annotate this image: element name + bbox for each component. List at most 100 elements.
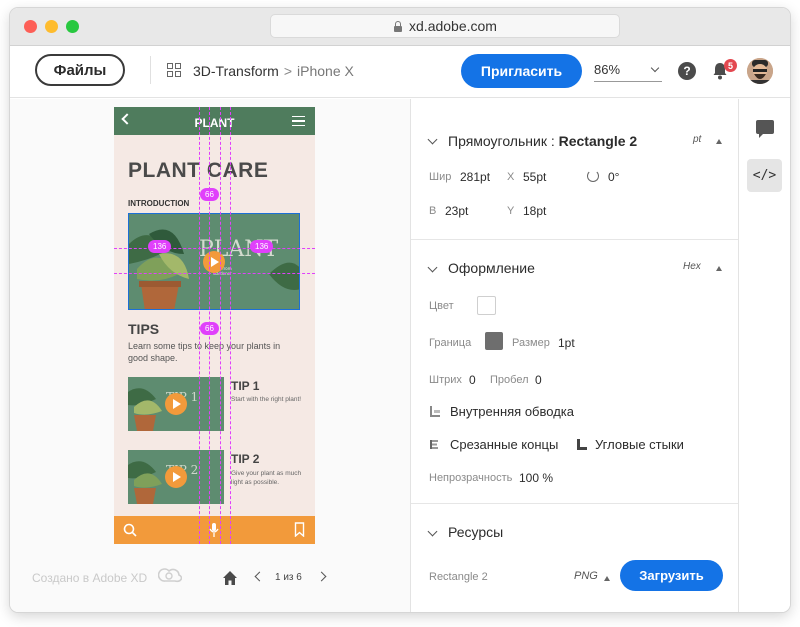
previous-page-icon[interactable]	[254, 571, 265, 582]
play-icon[interactable]	[165, 393, 187, 415]
assets-section-title[interactable]: Ресурсы	[448, 524, 503, 540]
help-icon[interactable]: ?	[678, 62, 696, 80]
chevron-down-icon[interactable]	[427, 526, 438, 537]
y-value: 18pt	[523, 204, 547, 218]
phone-tabbar	[114, 516, 315, 544]
breadcrumb-project[interactable]: 3D-Transform	[193, 63, 279, 79]
page-indicator: 1 из 6	[275, 572, 302, 583]
selected-rectangle[interactable]: PLANT Tips from Gardener	[128, 213, 300, 310]
avatar[interactable]	[747, 58, 773, 84]
width-value: 281pt	[460, 170, 491, 184]
color-mode-select[interactable]: Hex	[683, 261, 701, 272]
section-divider	[411, 503, 739, 504]
guide-line	[114, 248, 315, 249]
tip-2-title: TIP 2	[231, 452, 260, 466]
fill-color-swatch[interactable]	[477, 296, 496, 315]
unit-select[interactable]: pt	[693, 134, 701, 145]
border-label: Граница	[429, 337, 472, 349]
next-page-icon[interactable]	[316, 571, 327, 582]
opacity-value: 100 %	[519, 471, 554, 485]
size-label: Размер	[512, 337, 550, 349]
dash-value: 0	[469, 373, 476, 387]
measure-top: 66	[200, 188, 219, 201]
size-value: 1pt	[558, 336, 575, 350]
notification-badge: 5	[724, 59, 737, 72]
app-header: Файлы 3D-Transform > iPhone X Пригласить 8…	[10, 46, 790, 98]
grid-icon[interactable]	[167, 63, 181, 77]
address-bar[interactable]: xd.adobe.com	[270, 14, 620, 38]
rectangle-title-prefix: Прямоугольник :	[448, 133, 555, 149]
maximize-window-button[interactable]	[66, 20, 79, 33]
tip-2-description: Give your plant as much light as possibl…	[231, 470, 302, 486]
rectangle-section-title[interactable]: Прямоугольник : Rectangle 2	[448, 133, 637, 149]
tip-1-description: Start with the right plant!	[231, 396, 302, 403]
x-value: 55pt	[523, 170, 547, 184]
avatar-image	[747, 58, 773, 84]
artboard-preview[interactable]: PLANT PLANT CARE INTRODUCTION PLANT Tips…	[114, 107, 315, 544]
rectangle-name: Rectangle 2	[558, 133, 638, 149]
search-icon[interactable]	[123, 523, 137, 537]
triangle-dropdown-icon	[716, 139, 722, 144]
gap-label: Пробел	[490, 374, 529, 386]
guide-line	[230, 107, 231, 544]
guide-line	[114, 273, 315, 274]
invite-button[interactable]: Пригласить	[461, 54, 582, 88]
butt-cap-icon	[430, 440, 438, 449]
code-view-button[interactable]: </>	[747, 159, 782, 192]
width-label: Шир	[429, 171, 452, 183]
made-with-label: Создано в Adobe XD	[32, 571, 148, 585]
x-label: X	[507, 171, 515, 183]
comment-icon[interactable]	[756, 120, 774, 138]
gap-value: 0	[535, 373, 542, 387]
menu-icon[interactable]	[292, 116, 305, 126]
border-color-swatch[interactable]	[485, 332, 503, 350]
browser-window: xd.adobe.com Файлы 3D-Transform > iPhone X…	[10, 8, 790, 612]
header-divider	[150, 56, 151, 84]
inspect-panel: Прямоугольник : Rectangle 2 pt Шир 281pt…	[410, 99, 739, 612]
measure-right: 136	[250, 240, 274, 253]
minimize-window-button[interactable]	[45, 20, 58, 33]
rotate-icon	[587, 170, 599, 182]
butt-caps-label: Срезанные концы	[450, 437, 559, 452]
chevron-right-icon: >	[283, 63, 293, 79]
asset-format-select[interactable]: PNG	[574, 570, 598, 582]
height-value: 23pt	[445, 204, 469, 218]
url-text: xd.adobe.com	[409, 18, 497, 34]
chevron-down-icon[interactable]	[427, 134, 438, 145]
measure-left: 136	[148, 240, 172, 253]
miter-joins-label: Угловые стыки	[595, 437, 684, 452]
breadcrumb-artboard[interactable]: iPhone X	[297, 63, 354, 79]
appearance-section-title[interactable]: Оформление	[448, 260, 535, 276]
tip-1-title: TIP 1	[231, 379, 260, 393]
tips-heading: TIPS	[128, 321, 160, 337]
inner-stroke-label: Внутренняя обводка	[450, 404, 574, 419]
play-icon[interactable]	[203, 251, 225, 273]
close-window-button[interactable]	[24, 20, 37, 33]
chevron-down-icon	[650, 63, 660, 73]
measure-bottom: 66	[200, 322, 219, 335]
fill-label: Цвет	[429, 300, 454, 312]
y-label: Y	[507, 205, 515, 217]
breadcrumb: 3D-Transform > iPhone X	[193, 63, 354, 79]
triangle-dropdown-icon	[716, 266, 722, 271]
height-label: В	[429, 205, 437, 217]
zoom-select[interactable]: 86%	[594, 62, 662, 82]
chevron-down-icon[interactable]	[427, 262, 438, 273]
phone-title: PLANT	[194, 116, 235, 130]
zoom-value: 86%	[594, 62, 621, 77]
browser-titlebar: xd.adobe.com	[10, 8, 790, 46]
download-button[interactable]: Загрузить	[620, 560, 723, 591]
triangle-dropdown-icon	[604, 576, 610, 581]
play-icon[interactable]	[165, 466, 187, 488]
rotation-value: 0°	[608, 170, 620, 184]
miter-join-icon	[577, 439, 587, 450]
bookmark-icon[interactable]	[294, 522, 305, 537]
home-icon[interactable]	[222, 570, 238, 586]
prototype-canvas: PLANT PLANT CARE INTRODUCTION PLANT Tips…	[10, 99, 410, 612]
files-button[interactable]: Файлы	[35, 54, 125, 86]
microphone-icon[interactable]	[209, 522, 219, 538]
guide-line	[220, 107, 221, 544]
right-rail: </>	[738, 99, 790, 612]
dash-label: Штрих	[429, 374, 462, 386]
page-navigator: 1 из 6	[222, 569, 342, 587]
